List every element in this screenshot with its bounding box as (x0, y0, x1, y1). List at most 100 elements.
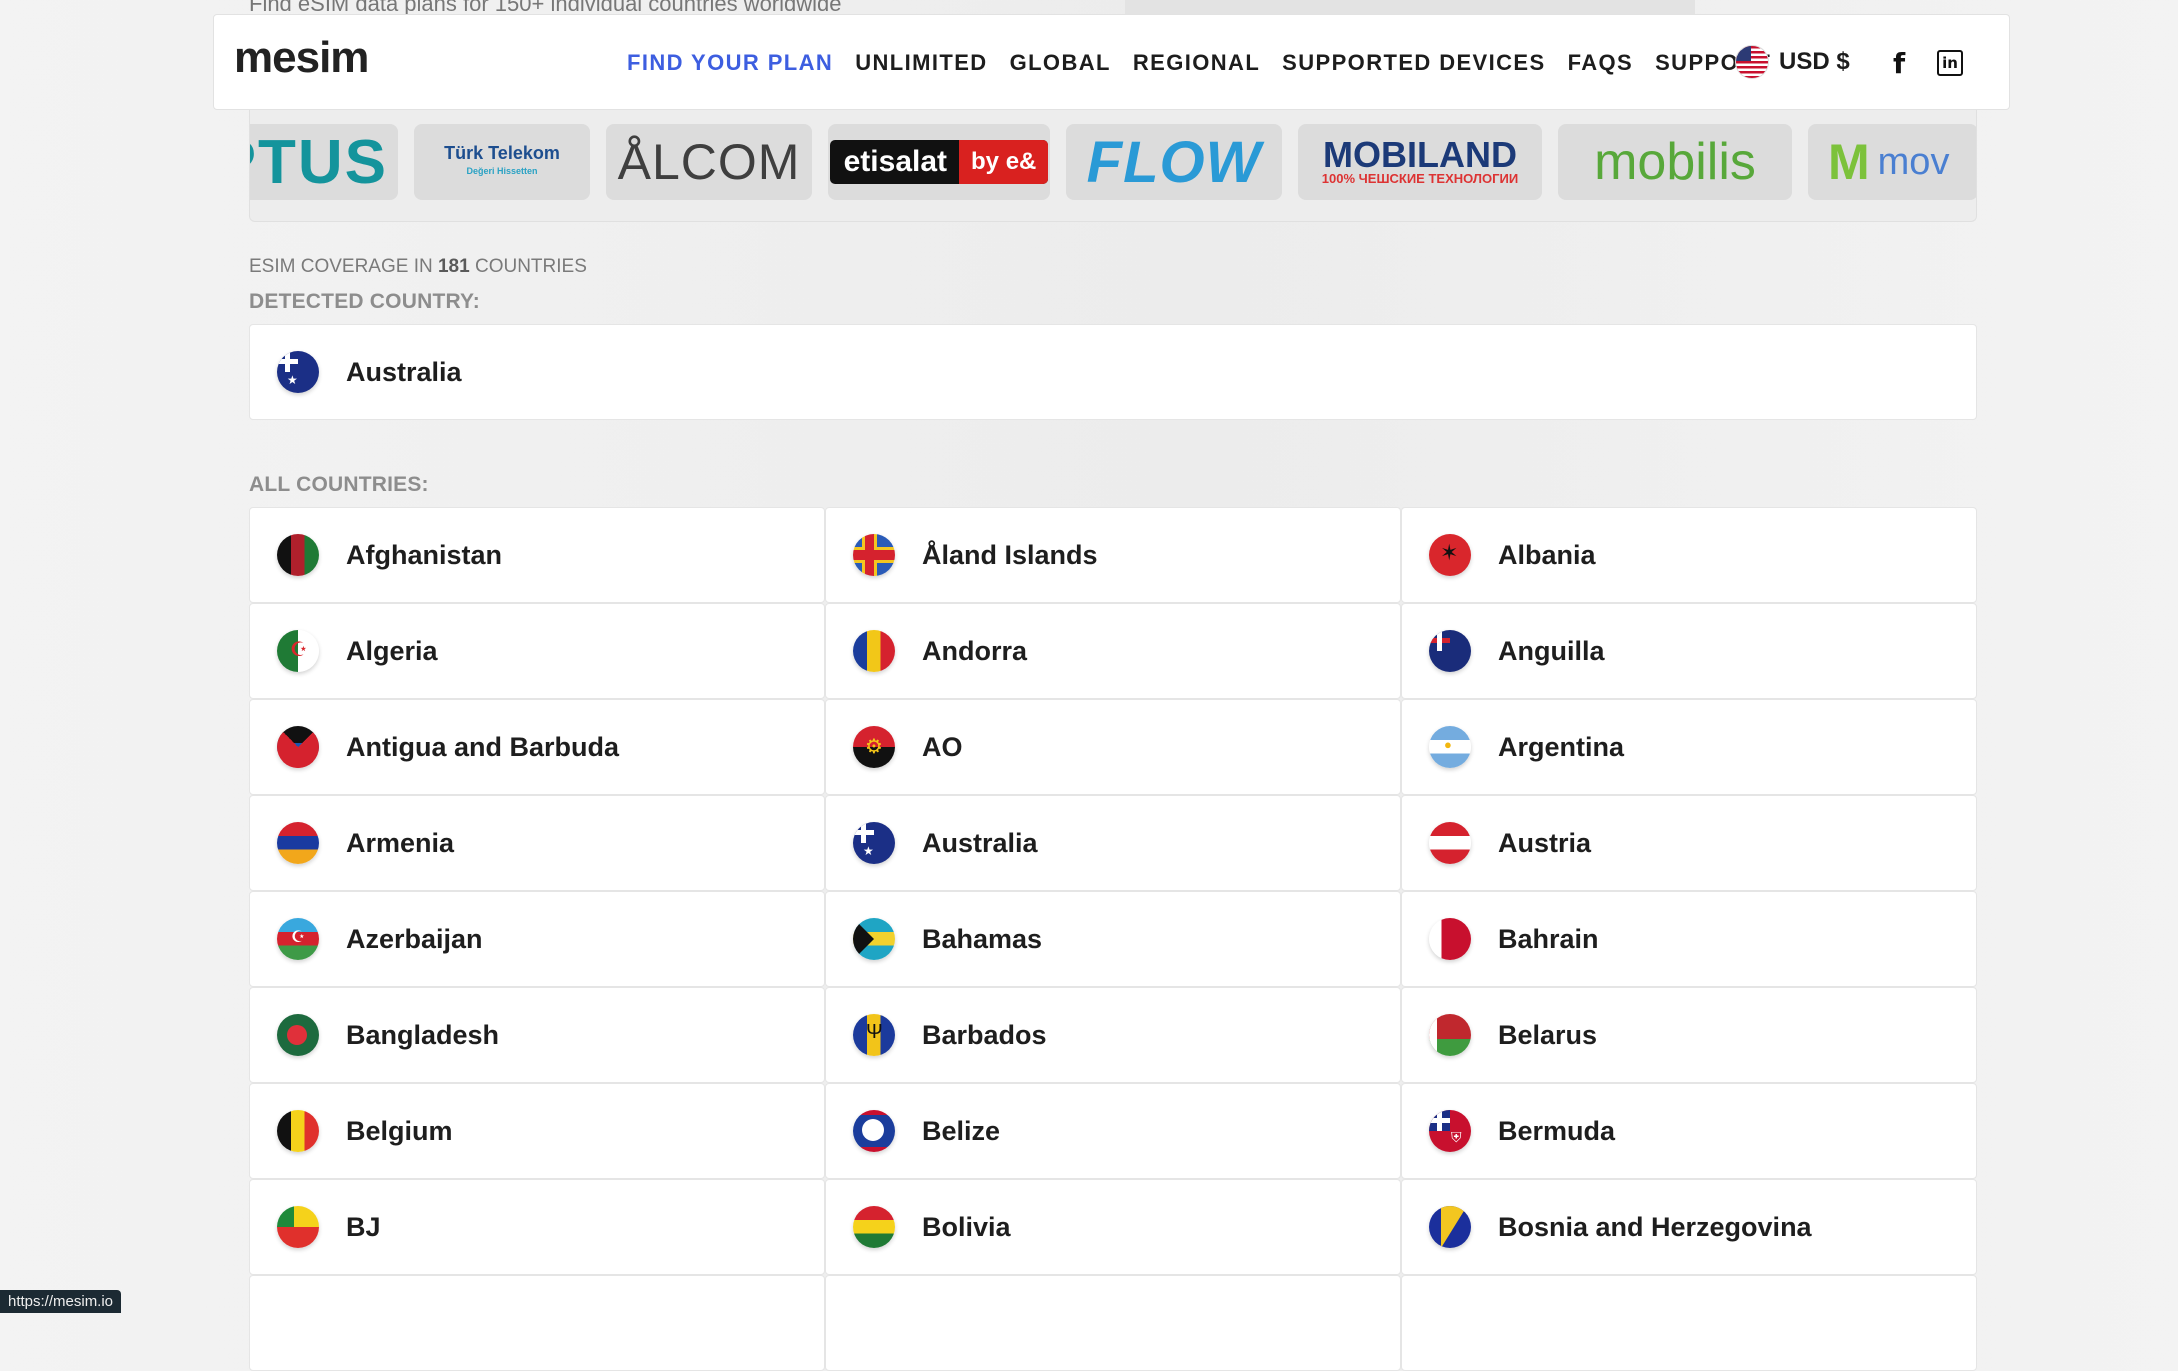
country-card[interactable] (825, 1275, 1401, 1371)
country-card[interactable]: Australia (825, 795, 1401, 891)
country-card[interactable]: Bangladesh (249, 987, 825, 1083)
country-card[interactable]: Andorra (825, 603, 1401, 699)
coverage-count: ESIM COVERAGE IN 181 COUNTRIES (249, 256, 587, 278)
country-name: Bangladesh (346, 1019, 500, 1050)
country-name: Austria (1498, 827, 1592, 858)
flag-am-icon (277, 822, 319, 864)
nav-unlimited[interactable]: UNLIMITED (855, 50, 987, 76)
currency-label: USD $ (1779, 48, 1850, 75)
detected-country-card[interactable]: Australia (249, 324, 1977, 420)
nav-regional[interactable]: REGIONAL (1133, 50, 1260, 76)
country-card[interactable]: Åland Islands (825, 507, 1401, 603)
flag-ag-icon (277, 726, 319, 768)
coverage-prefix: ESIM COVERAGE IN (249, 256, 433, 277)
main-nav: FIND YOUR PLAN UNLIMITED GLOBAL REGIONAL… (627, 15, 1771, 111)
nav-faqs[interactable]: FAQS (1568, 50, 1634, 76)
flag-ao-icon (853, 726, 895, 768)
country-name: AO (922, 731, 963, 762)
facebook-icon[interactable]: f (1893, 47, 1905, 80)
flag-bm-icon (1429, 1110, 1471, 1152)
carrier-logo-mobiland: MOBILAND 100% ЧЕШСКИЕ ТЕХНОЛОГИИ (1298, 124, 1542, 200)
country-card[interactable]: Belize (825, 1083, 1401, 1179)
country-card[interactable]: Antigua and Barbuda (249, 699, 825, 795)
status-bar-url: https://mesim.io (0, 1290, 122, 1313)
carrier-name: etisalat (843, 145, 948, 178)
flag-at-icon (1429, 822, 1471, 864)
country-card[interactable]: Albania (1401, 507, 1977, 603)
carrier-logo-turk-telekom: Türk Telekom Değeri Hissetten (414, 124, 590, 200)
carrier-logo-flow: FLOW (1066, 124, 1282, 200)
country-name: Bosnia and Herzegovina (1498, 1211, 1812, 1242)
country-name: Afghanistan (346, 539, 503, 570)
flag-bh-icon (1429, 918, 1471, 960)
country-name: Algeria (346, 635, 438, 666)
country-grid: Afghanistan Åland Islands Albania Algeria An… (249, 507, 1977, 1371)
country-name: Bermuda (1498, 1115, 1616, 1146)
nav-global[interactable]: GLOBAL (1010, 50, 1111, 76)
country-card[interactable]: Bahamas (825, 891, 1401, 987)
country-name: Australia (922, 827, 1038, 858)
country-name: Antigua and Barbuda (346, 731, 620, 762)
country-card[interactable] (249, 1275, 825, 1371)
country-name: Belize (922, 1115, 1001, 1146)
flag-au-icon (277, 351, 319, 393)
country-name: Armenia (346, 827, 455, 858)
carrier-tagline: Değeri Hissetten (466, 166, 538, 176)
flag-be-icon (277, 1110, 319, 1152)
country-card[interactable] (1401, 1275, 1977, 1371)
carrier-name: Türk Telekom (444, 143, 560, 163)
country-card[interactable]: Afghanistan (249, 507, 825, 603)
linkedin-icon[interactable]: in (1937, 50, 1963, 76)
country-card[interactable]: Belgium (249, 1083, 825, 1179)
country-card[interactable]: BJ (249, 1179, 825, 1275)
flag-bo-icon (853, 1206, 895, 1248)
country-card[interactable]: Barbados (825, 987, 1401, 1083)
flag-az-icon (277, 918, 319, 960)
country-name: Albania (1498, 539, 1596, 570)
nav-find-your-plan[interactable]: FIND YOUR PLAN (627, 50, 833, 76)
country-card[interactable]: Austria (1401, 795, 1977, 891)
carrier-logo-movistar: M mov (1808, 124, 1976, 200)
country-card[interactable]: Bolivia (825, 1179, 1401, 1275)
flag-ax-icon (853, 534, 895, 576)
all-countries-label: ALL COUNTRIES: (249, 473, 429, 496)
logo[interactable]: mesim (234, 33, 369, 83)
search-panel-edge (1125, 0, 1695, 14)
country-name: BJ (346, 1211, 381, 1242)
flag-by-icon (1429, 1014, 1471, 1056)
flag-au-icon (853, 822, 895, 864)
country-card[interactable]: Bahrain (1401, 891, 1977, 987)
country-name: Argentina (1498, 731, 1625, 762)
country-name: Belarus (1498, 1019, 1598, 1050)
flag-bd-icon (277, 1014, 319, 1056)
country-name: Belgium (346, 1115, 453, 1146)
country-name: Australia (346, 356, 462, 387)
flag-bj-icon (277, 1206, 319, 1248)
flag-bz-icon (853, 1110, 895, 1152)
country-card[interactable]: Bosnia and Herzegovina (1401, 1179, 1977, 1275)
country-card[interactable]: AO (825, 699, 1401, 795)
flag-al-icon (1429, 534, 1471, 576)
nav-supported-devices[interactable]: SUPPORTED DEVICES (1282, 50, 1545, 76)
country-name: Bahrain (1498, 923, 1599, 954)
movistar-m-icon: M (1828, 134, 1870, 190)
country-name: Bahamas (922, 923, 1043, 954)
country-card[interactable]: Argentina (1401, 699, 1977, 795)
flag-dz-icon (277, 630, 319, 672)
country-card[interactable]: Bermuda (1401, 1083, 1977, 1179)
carrier-logo-optus: OPTUS (250, 124, 398, 200)
country-name: Åland Islands (922, 539, 1098, 570)
country-card[interactable]: Armenia (249, 795, 825, 891)
carrier-tagline: 100% ЧЕШСКИЕ ТЕХНОЛОГИИ (1321, 171, 1519, 186)
flag-ai-icon (1429, 630, 1471, 672)
currency-selector[interactable]: USD $ (1735, 45, 1850, 79)
country-card[interactable]: Algeria (249, 603, 825, 699)
country-card[interactable]: Azerbaijan (249, 891, 825, 987)
country-card[interactable]: Anguilla (1401, 603, 1977, 699)
country-name: Barbados (922, 1019, 1047, 1050)
country-name: Azerbaijan (346, 923, 483, 954)
flag-ar-icon (1429, 726, 1471, 768)
country-card[interactable]: Belarus (1401, 987, 1977, 1083)
country-name: Bolivia (922, 1211, 1011, 1242)
site-header: mesim FIND YOUR PLAN UNLIMITED GLOBAL RE… (213, 14, 2010, 110)
